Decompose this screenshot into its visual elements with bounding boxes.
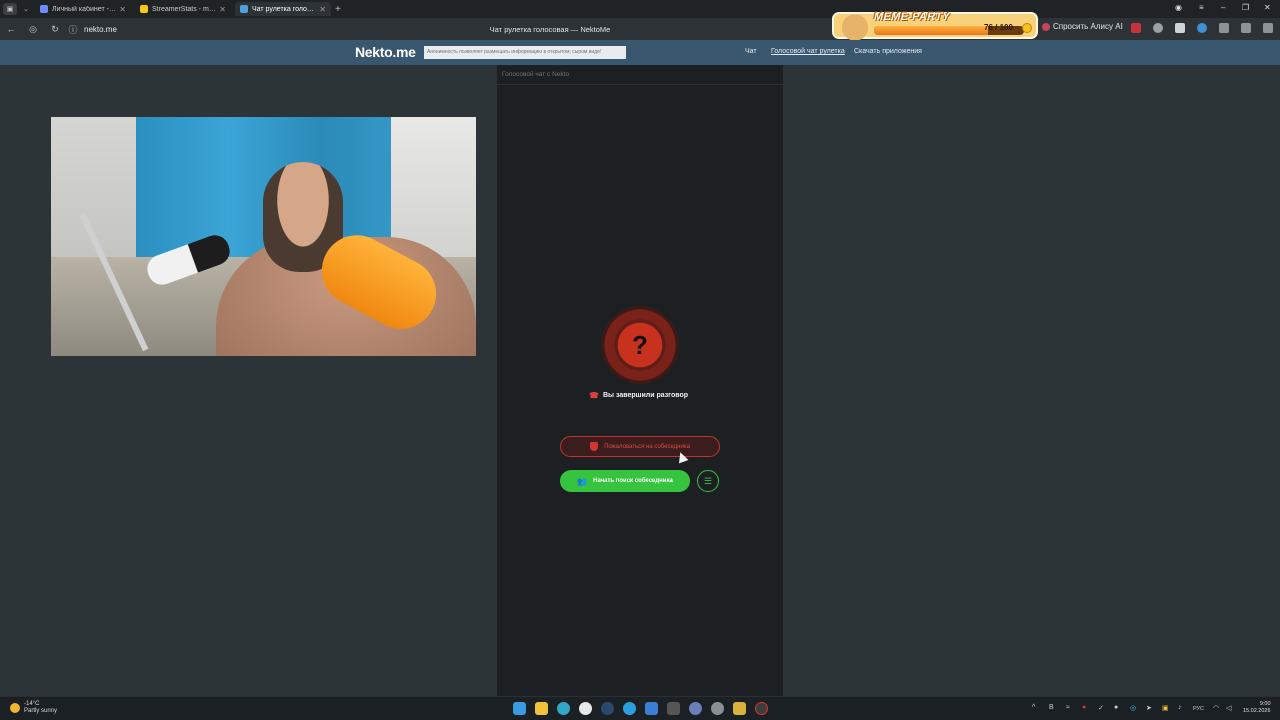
sliders-icon: ☰ — [703, 475, 713, 486]
start-icon[interactable] — [513, 702, 526, 715]
anonymity-notice: Анонимность позволяет размещать информац… — [424, 46, 626, 59]
panel-title: Голосовой чат с Nekto — [502, 71, 570, 78]
ask-alice-button[interactable]: Спросить Алису AI — [1042, 22, 1123, 31]
alice-icon — [1042, 22, 1050, 31]
page-body: Голосовой чат с Nekto ? ☎ Вы завершили р… — [0, 65, 1280, 696]
menu-download-apps[interactable]: Скачать приложения — [854, 48, 922, 55]
weather-widget[interactable]: -14°C Partly sunny — [10, 701, 57, 715]
steam-icon[interactable] — [601, 702, 614, 715]
system-clock[interactable]: 9:00 15.02.2026 — [1243, 701, 1271, 715]
obs-icon[interactable] — [755, 702, 768, 715]
browser-menu-icon[interactable]: ▣ — [3, 3, 17, 15]
mic-icon[interactable]: ♪ — [1178, 704, 1182, 711]
explorer-icon[interactable] — [535, 702, 548, 715]
volume-icon[interactable]: ◁ — [1226, 704, 1231, 712]
people-icon: 👥 — [577, 476, 588, 486]
telegram-tray-icon[interactable]: ➤ — [1146, 704, 1152, 712]
menu-chat[interactable]: Чат — [745, 48, 757, 55]
telegram-icon[interactable] — [623, 702, 636, 715]
coin-icon — [1022, 23, 1032, 33]
question-mark-icon: ? — [632, 330, 648, 360]
tab-title: StreamerStats - masadach — [152, 5, 217, 13]
temperature: -14°C — [24, 701, 40, 707]
tray-icon[interactable]: ▣ — [1162, 704, 1169, 712]
close-window-icon[interactable]: ✕ — [1264, 3, 1271, 12]
shield-icon — [590, 442, 599, 451]
lang-indicator[interactable]: РУС — [1193, 706, 1204, 712]
tab-title: Личный кабинет - Rampage — [52, 5, 116, 13]
meme-progress-fill — [874, 26, 988, 35]
yandex-browser-icon[interactable] — [579, 702, 592, 715]
sun-icon — [10, 703, 20, 713]
tray-chevron-icon[interactable]: ^ — [1032, 704, 1035, 711]
report-button-label: Пожаловаться на собеседника — [604, 443, 690, 450]
adblock-icon[interactable] — [1131, 23, 1141, 33]
puzzle-icon[interactable] — [1219, 23, 1229, 33]
voice-chat-panel: Голосовой чат с Nekto ? ☎ Вы завершили р… — [497, 65, 783, 696]
tab-bar: ▣ ⌄ Личный кабинет - Rampage ✕ StreamerS… — [0, 0, 1280, 18]
windows-taskbar: -14°C Partly sunny ^ B ≈ ● ✓ ● ◎ ➤ ▣ ♪ Р… — [0, 696, 1280, 720]
tray-icon[interactable]: ◎ — [1130, 704, 1136, 712]
unknown-partner-avatar: ? — [601, 306, 679, 384]
close-icon[interactable]: ✕ — [319, 5, 326, 14]
site-logo[interactable]: Nekto.me — [355, 44, 416, 60]
start-search-label: Начать поиск собеседника — [593, 478, 673, 484]
doge-icon — [838, 11, 872, 41]
weather-text: Partly sunny — [24, 708, 58, 714]
tab-nekto[interactable]: Чат рулетка голосовая ✕ — [235, 2, 331, 16]
chevron-down-icon[interactable]: ⌄ — [21, 3, 31, 15]
filter-settings-button[interactable]: ☰ — [697, 470, 719, 492]
meme-party-title: MEME-PARTY — [874, 11, 950, 23]
app-icon[interactable] — [645, 702, 658, 715]
extension-icon[interactable] — [1153, 23, 1163, 33]
tray-icon[interactable]: ≈ — [1066, 704, 1070, 711]
call-ended-status: ☎ Вы завершили разговор — [589, 391, 688, 400]
meme-party-widget: MEME-PARTY 76 / 100 — [832, 11, 1038, 41]
clock-date: 15.02.2026 — [1243, 708, 1271, 714]
panel-header: Голосовой чат с Nekto — [497, 65, 783, 85]
app-icon[interactable] — [667, 702, 680, 715]
menu-voice-roulette[interactable]: Голосовой чат рулетка — [771, 48, 845, 55]
tray-icon[interactable]: B — [1049, 704, 1054, 711]
tab-favicon-icon — [240, 5, 248, 13]
ask-alice-label: Спросить Алису AI — [1053, 22, 1123, 31]
call-ended-text: Вы завершили разговор — [602, 392, 689, 399]
bookmark-icon[interactable] — [1175, 23, 1185, 33]
app-icon[interactable] — [689, 702, 702, 715]
download-icon[interactable] — [1263, 23, 1273, 33]
tab-lk[interactable]: Личный кабинет - Rampage ✕ — [35, 2, 131, 16]
new-tab-button[interactable]: + — [335, 4, 341, 15]
profile-icon[interactable]: ◉ — [1175, 3, 1182, 12]
report-button[interactable]: Пожаловаться на собеседника — [560, 436, 720, 457]
tab-favicon-icon — [140, 5, 148, 13]
close-icon[interactable]: ✕ — [119, 5, 126, 14]
wifi-icon[interactable]: ◠ — [1213, 704, 1219, 712]
tray-icon[interactable]: ✓ — [1098, 704, 1104, 712]
tab-streamerstats[interactable]: StreamerStats - masadach ✕ — [135, 2, 231, 16]
start-search-button[interactable]: 👥 Начать поиск собеседника — [560, 470, 690, 492]
clock-time: 9:00 — [1259, 701, 1271, 707]
maximize-icon[interactable]: ❐ — [1242, 3, 1249, 12]
minimize-icon[interactable]: – — [1221, 3, 1225, 12]
tab-favicon-icon — [40, 5, 48, 13]
hang-up-icon: ☎ — [589, 391, 599, 400]
webcam-overlay — [51, 117, 476, 356]
vpn-icon[interactable] — [1197, 23, 1207, 33]
tray-icon[interactable]: ● — [1114, 704, 1118, 711]
collections-icon[interactable] — [1241, 23, 1251, 33]
menu-icon[interactable]: ≡ — [1199, 3, 1204, 12]
meme-count: 76 / 100 — [984, 23, 1013, 32]
settings-icon[interactable] — [711, 702, 724, 715]
close-icon[interactable]: ✕ — [219, 5, 226, 14]
edge-icon[interactable] — [557, 702, 570, 715]
tab-title: Чат рулетка голосовая — [252, 5, 316, 13]
tray-icon[interactable]: ● — [1082, 704, 1086, 711]
app-icon[interactable] — [733, 702, 746, 715]
site-header: Nekto.me Анонимность позволяет размещать… — [0, 40, 1280, 65]
